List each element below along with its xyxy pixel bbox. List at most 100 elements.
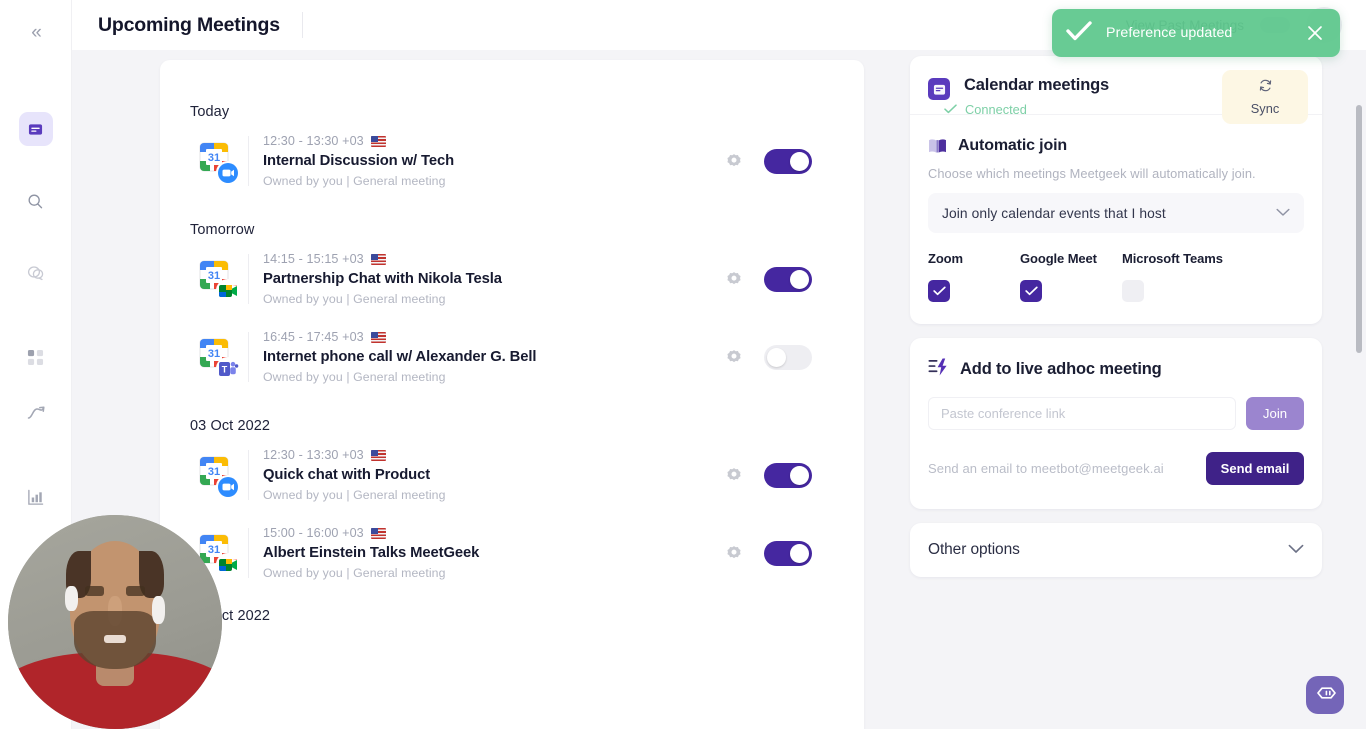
divider	[248, 450, 249, 500]
zoom-badge	[216, 161, 239, 184]
meeting-time: 15:00 - 16:00 +03	[263, 526, 364, 540]
automatic-join-description: Choose which meetings Meetgeek will auto…	[928, 166, 1304, 181]
meeting-time-row: 15:00 - 16:00 +03	[263, 526, 726, 540]
provider-checkbox-zoom[interactable]	[928, 280, 950, 302]
divider	[248, 254, 249, 304]
automatic-join-header: Automatic join	[928, 137, 1304, 155]
sync-button[interactable]: Sync	[1222, 70, 1308, 124]
meeting-time-row: 12:30 - 13:30 +03	[263, 134, 726, 148]
meeting-controls	[726, 345, 812, 370]
header-divider	[302, 12, 303, 38]
meeting-record-toggle[interactable]	[764, 541, 812, 566]
search-icon	[27, 193, 44, 210]
webcam-overlay	[8, 515, 222, 729]
meeting-subtitle: Owned by you | General meeting	[263, 566, 726, 580]
meeting-record-toggle[interactable]	[764, 345, 812, 370]
calendar-connection-status: Connected	[944, 102, 1027, 117]
meeting-title: Partnership Chat with Nikola Tesla	[263, 271, 726, 287]
meeting-title: Albert Einstein Talks MeetGeek	[263, 545, 726, 561]
us-flag-icon	[371, 254, 386, 265]
meeting-title: Internet phone call w/ Alexander G. Bell	[263, 349, 726, 365]
chat-bubble-icon	[1314, 685, 1336, 706]
other-options-label: Other options	[928, 541, 1288, 559]
check-circle-icon	[1066, 21, 1092, 46]
chevron-down-icon	[1288, 541, 1304, 559]
adhoc-panel-header: Add to live adhoc meeting	[928, 358, 1304, 381]
day-group-label: 04 Oct 2022	[190, 608, 834, 624]
meeting-settings-gear-icon[interactable]	[726, 545, 742, 561]
chevron-down-icon	[1276, 204, 1290, 222]
meeting-row[interactable]: 31 12:30 - 13:30 +03 Quick chat with Pro…	[190, 434, 834, 512]
sidebar-item-search[interactable]	[19, 184, 53, 218]
day-group-label: Tomorrow	[190, 222, 834, 238]
meeting-settings-gear-icon[interactable]	[726, 153, 742, 169]
meeting-row[interactable]: 31 15:00 - 16:00 +03 Albert Einstein Tal…	[190, 512, 834, 590]
meeting-record-toggle[interactable]	[764, 149, 812, 174]
meeting-time: 12:30 - 13:30 +03	[263, 448, 364, 462]
meeting-row[interactable]: 31 T 16:45 - 17:45 +03 Internet phone ca…	[190, 316, 834, 394]
meeting-settings-gear-icon[interactable]	[726, 349, 742, 365]
meeting-time-row: 16:45 - 17:45 +03	[263, 330, 726, 344]
meeting-subtitle: Owned by you | General meeting	[263, 370, 726, 384]
meeting-controls	[726, 541, 812, 566]
provider-label: Google Meet	[1020, 251, 1122, 266]
sidebar-item-ai-assistant[interactable]	[19, 256, 53, 290]
google-meet-badge	[216, 279, 239, 302]
sidebar-item-apps[interactable]	[19, 340, 53, 374]
meeting-icons: 31	[196, 135, 242, 187]
meeting-time: 14:15 - 15:15 +03	[263, 252, 364, 266]
collapse-sidebar-button[interactable]: «	[18, 18, 54, 48]
conference-link-input[interactable]	[928, 397, 1236, 430]
calendar-meetings-panel: Calendar meetings Connected Sync	[910, 56, 1322, 324]
close-icon[interactable]	[1304, 22, 1326, 44]
send-email-button[interactable]: Send email	[1206, 452, 1304, 485]
microsoft-teams-badge: T	[216, 357, 239, 380]
meeting-info: 12:30 - 13:30 +03 Quick chat with Produc…	[263, 448, 726, 502]
calendar-icon	[928, 78, 950, 100]
meeting-subtitle: Owned by you | General meeting	[263, 174, 726, 188]
sidebar-item-analytics[interactable]	[19, 480, 53, 514]
svg-text:T: T	[221, 364, 227, 374]
sync-label: Sync	[1251, 101, 1279, 116]
meeting-row[interactable]: 31 12:30 - 13:30 +03 Internal Discussion…	[190, 120, 834, 198]
provider-zoom: Zoom	[928, 251, 1020, 302]
automatic-join-section: Automatic join Choose which meetings Mee…	[910, 115, 1322, 324]
automatic-join-select[interactable]: Join only calendar events that I host	[928, 193, 1304, 233]
meeting-time: 16:45 - 17:45 +03	[263, 330, 364, 344]
provider-label: Zoom	[928, 251, 1020, 266]
automatic-join-title: Automatic join	[958, 137, 1067, 155]
meetings-list-card: Today 31 12:30 - 13:30 +	[160, 60, 864, 729]
join-button[interactable]: Join	[1246, 397, 1304, 430]
meeting-info: 12:30 - 13:30 +03 Internal Discussion w/…	[263, 134, 726, 188]
meeting-record-toggle[interactable]	[764, 267, 812, 292]
divider	[248, 136, 249, 186]
meeting-row[interactable]: 31 14:15 - 15:15 +03 Partnership Chat wi…	[190, 238, 834, 316]
meeting-settings-gear-icon[interactable]	[726, 271, 742, 287]
meeting-record-toggle[interactable]	[764, 463, 812, 488]
meeting-controls	[726, 463, 812, 488]
other-options-accordion[interactable]: Other options	[910, 523, 1322, 577]
zoom-badge	[216, 475, 239, 498]
calendar-panel-header: Calendar meetings Connected Sync	[910, 56, 1322, 115]
provider-google-meet: Google Meet	[1020, 251, 1122, 302]
sidebar-item-insights[interactable]	[19, 396, 53, 430]
provider-checkbox-microsoft-teams[interactable]	[1122, 280, 1144, 302]
us-flag-icon	[371, 332, 386, 343]
us-flag-icon	[371, 450, 386, 461]
meeting-subtitle: Owned by you | General meeting	[263, 292, 726, 306]
scrollbar-thumb[interactable]	[1356, 105, 1362, 353]
meetbot-email-note: Send an email to meetbot@meetgeek.ai	[928, 461, 1194, 476]
meeting-title: Internal Discussion w/ Tech	[263, 153, 726, 169]
divider	[248, 332, 249, 382]
book-icon	[928, 138, 947, 154]
chat-support-button[interactable]	[1306, 676, 1344, 714]
adhoc-email-row: Send an email to meetbot@meetgeek.ai Sen…	[928, 452, 1304, 485]
provider-label: Microsoft Teams	[1122, 251, 1223, 266]
meeting-settings-gear-icon[interactable]	[726, 467, 742, 483]
sidebar-item-meetings[interactable]	[19, 112, 53, 146]
check-icon	[944, 102, 957, 117]
provider-checkbox-google-meet[interactable]	[1020, 280, 1042, 302]
meeting-time-row: 14:15 - 15:15 +03	[263, 252, 726, 266]
automatic-join-select-value: Join only calendar events that I host	[942, 206, 1276, 221]
adhoc-link-row: Join	[928, 397, 1304, 430]
